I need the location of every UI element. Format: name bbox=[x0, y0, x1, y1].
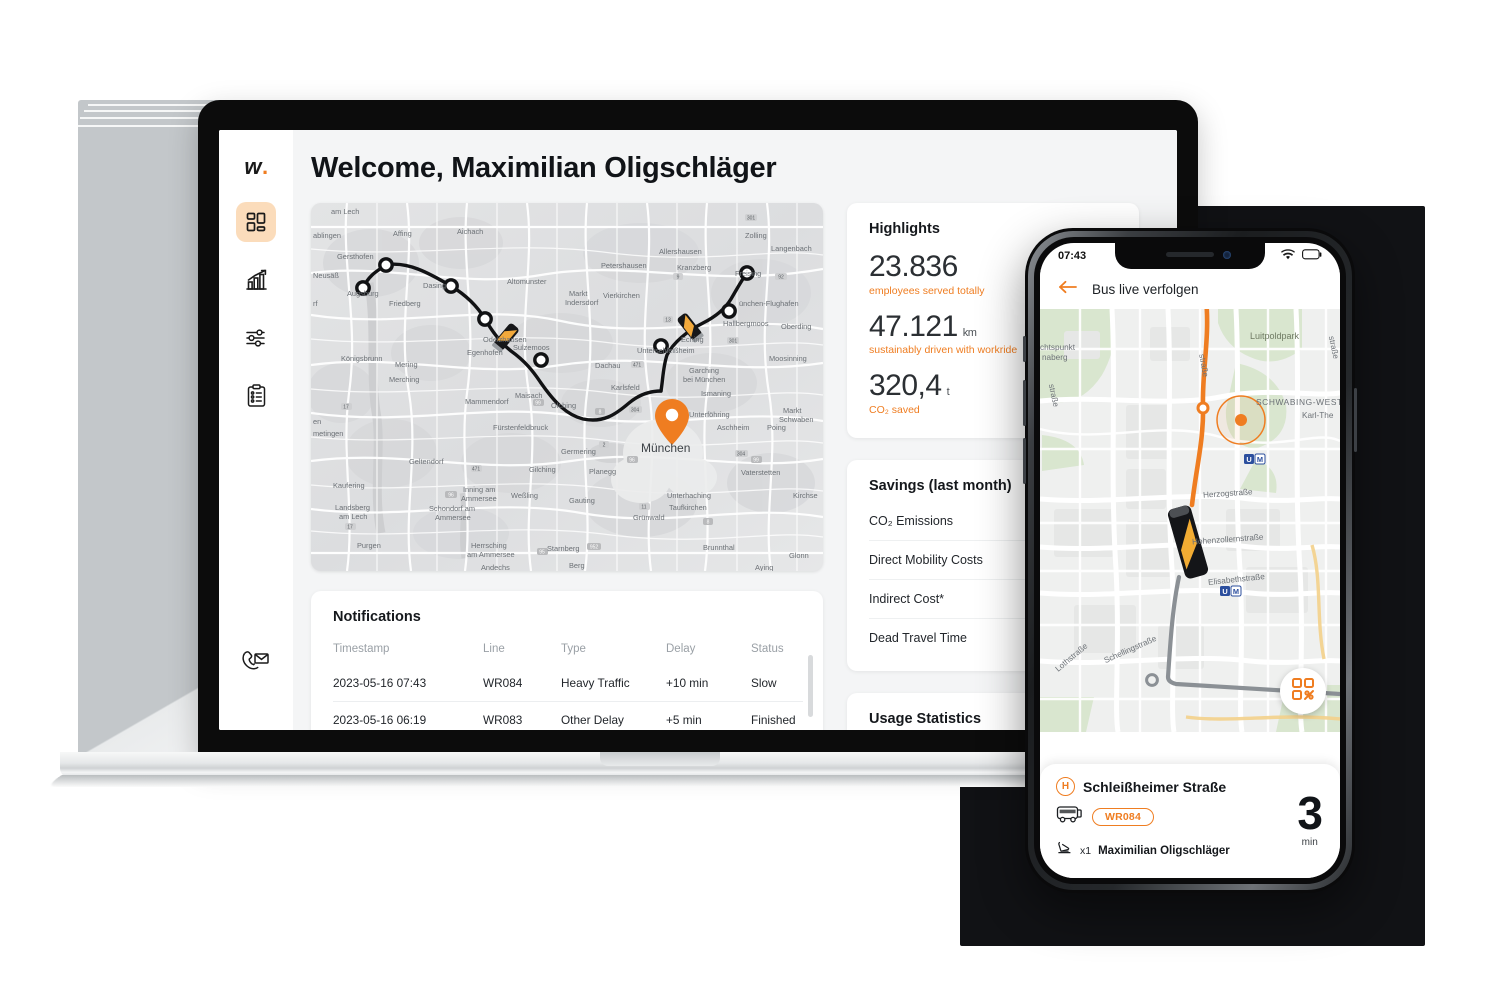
earpiece-speaker bbox=[1166, 252, 1214, 257]
table-row[interactable]: 2023-05-16 07:43 WR084 Heavy Traffic +10 mi… bbox=[333, 665, 803, 702]
sidebar-item-settings[interactable] bbox=[236, 318, 276, 358]
battery-icon bbox=[1302, 249, 1322, 263]
notifications-title: Notifications bbox=[333, 609, 421, 625]
stop-name: Schleißheimer Straße bbox=[1083, 778, 1227, 795]
qr-code-button[interactable] bbox=[1280, 668, 1326, 714]
sidebar-item-contact[interactable] bbox=[219, 649, 293, 680]
table-cell: Slow bbox=[751, 676, 777, 690]
svg-text:13: 13 bbox=[665, 318, 671, 324]
svg-text:304: 304 bbox=[737, 452, 746, 458]
route-map[interactable]: 301 92 9 13 301 471 304 99 8 2 96 17 471… bbox=[311, 203, 823, 571]
table-cell: 2023-05-16 07:43 bbox=[333, 676, 427, 690]
back-arrow-icon[interactable] bbox=[1058, 280, 1078, 299]
sidebar-nav bbox=[236, 202, 276, 416]
svg-text:M: M bbox=[1257, 455, 1263, 464]
status-time: 07:43 bbox=[1058, 250, 1087, 262]
svg-text:8: 8 bbox=[599, 410, 602, 416]
grid-dashboard-icon bbox=[245, 211, 267, 233]
eta-value: 3 bbox=[1297, 786, 1323, 839]
page-title: Welcome, Maximilian Oligschläger bbox=[311, 152, 777, 184]
phone-screen: 07:43 Bus live verfolgen U M U M Luitpol… bbox=[1040, 243, 1340, 878]
table-cell: WR084 bbox=[483, 676, 523, 690]
notifications-col-2: Type bbox=[561, 643, 586, 655]
svg-text:301: 301 bbox=[729, 339, 738, 345]
svg-text:471: 471 bbox=[633, 363, 642, 369]
wifi-icon bbox=[1281, 249, 1295, 263]
svg-text:95: 95 bbox=[539, 550, 545, 556]
svg-text:301: 301 bbox=[747, 216, 756, 222]
laptop-foot bbox=[41, 775, 1179, 788]
table-cell: WR083 bbox=[483, 701, 561, 730]
table-cell: Other Delay bbox=[561, 701, 666, 730]
notifications-col-3: Delay bbox=[666, 643, 696, 655]
sidebar-item-reports[interactable] bbox=[236, 376, 276, 416]
notifications-col-1: Line bbox=[483, 643, 505, 655]
svg-text:471: 471 bbox=[472, 467, 481, 473]
phone-envelope-icon bbox=[241, 649, 271, 680]
logo-dot: . bbox=[262, 154, 268, 179]
svg-text:952: 952 bbox=[590, 545, 599, 551]
table-row[interactable]: 2023-05-16 06:19 WR083 Other Delay +5 min Fi… bbox=[333, 701, 803, 730]
notifications-scrollbar-thumb[interactable] bbox=[808, 655, 813, 717]
phone-screen-title: Bus live verfolgen bbox=[1092, 281, 1199, 297]
sidebar-item-statistics[interactable] bbox=[236, 260, 276, 300]
highlight-unit: km bbox=[962, 326, 977, 339]
svg-text:96: 96 bbox=[448, 493, 454, 499]
table-cell: +10 min bbox=[666, 676, 709, 690]
scene: w. Welcome, Maximilian Oligschläger 301 … bbox=[0, 0, 1500, 1000]
laptop-trackpad-notch bbox=[600, 752, 720, 766]
svg-text:9: 9 bbox=[677, 275, 680, 281]
line-badge: WR084 bbox=[1092, 807, 1155, 826]
table-cell: Heavy Traffic bbox=[561, 676, 630, 690]
svg-text:11: 11 bbox=[641, 505, 646, 511]
svg-text:99: 99 bbox=[535, 401, 541, 407]
phone-notch bbox=[1115, 243, 1265, 269]
sliders-icon bbox=[245, 328, 268, 348]
svg-text:U: U bbox=[1246, 455, 1251, 464]
svg-text:96: 96 bbox=[629, 458, 635, 464]
svg-text:17: 17 bbox=[347, 525, 353, 531]
front-camera-icon bbox=[1223, 251, 1231, 259]
svg-text:92: 92 bbox=[778, 275, 784, 281]
bus-icon bbox=[1056, 805, 1082, 828]
table-cell: Finished bbox=[751, 701, 803, 730]
svg-text:304: 304 bbox=[631, 408, 640, 414]
notifications-col-4: Status bbox=[751, 643, 784, 655]
svg-text:2: 2 bbox=[603, 443, 606, 449]
svg-text:17: 17 bbox=[343, 405, 349, 411]
notifications-card: Notifications Timestamp Line Type Delay Stat… bbox=[311, 591, 823, 730]
seat-icon bbox=[1056, 840, 1073, 862]
clipboard-list-icon bbox=[246, 384, 267, 408]
table-cell: 2023-05-16 06:19 bbox=[333, 701, 483, 730]
svg-text:U: U bbox=[1222, 587, 1227, 596]
passenger-count: x1 bbox=[1080, 845, 1092, 857]
bar-chart-trend-icon bbox=[245, 269, 268, 292]
qr-code-icon bbox=[1291, 677, 1315, 706]
svg-text:M: M bbox=[1233, 587, 1239, 596]
notifications-body: 2023-05-16 07:43 WR084 Heavy Traffic +10 mi… bbox=[333, 665, 803, 730]
highlight-unit: t bbox=[946, 386, 950, 398]
live-trip-panel: H Schleißheimer Straße WR084 x1 Maximili… bbox=[1040, 764, 1340, 878]
app-logo[interactable]: w. bbox=[234, 150, 278, 180]
sidebar: w. bbox=[219, 130, 293, 730]
phone-live-map[interactable]: U M U M Luitpoldpark SCHWABING-WEST chts… bbox=[1040, 309, 1340, 732]
logo-text: w bbox=[244, 154, 261, 179]
eta-display: 3 min bbox=[1297, 786, 1323, 848]
notifications-header-row: Timestamp Line Type Delay Status bbox=[333, 637, 803, 665]
phone-app-header: Bus live verfolgen bbox=[1040, 269, 1340, 309]
svg-text:8: 8 bbox=[707, 520, 710, 526]
notifications-table: Timestamp Line Type Delay Status 2023-05-16 … bbox=[333, 637, 803, 730]
table-cell: +5 min bbox=[666, 701, 751, 730]
passenger-name: Maximilian Oligschläger bbox=[1098, 845, 1230, 857]
phone-device: 07:43 Bus live verfolgen U M U M Luitpol… bbox=[1023, 228, 1357, 893]
sidebar-item-dashboard[interactable] bbox=[236, 202, 276, 242]
notifications-col-0: Timestamp bbox=[333, 643, 390, 655]
stop-h-icon: H bbox=[1056, 777, 1075, 796]
svg-text:99: 99 bbox=[753, 458, 759, 464]
